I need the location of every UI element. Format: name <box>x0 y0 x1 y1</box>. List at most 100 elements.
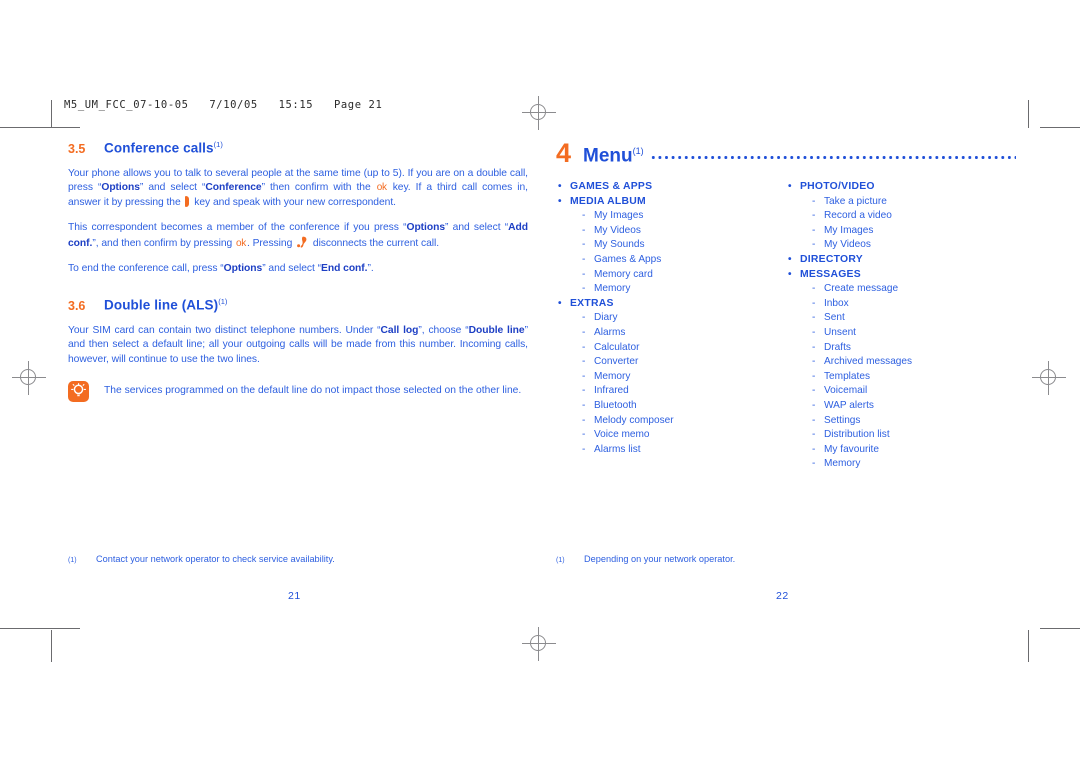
right-page: 4 Menu(1) GAMES & APPSMEDIA ALBUMMy Imag… <box>556 140 1016 472</box>
text-run: key and speak with your new corresponden… <box>191 196 396 208</box>
menu-item-sub: Alarms <box>556 326 786 341</box>
text-run: ” and select “ <box>262 263 322 275</box>
chapter-title-text: Menu <box>583 145 633 167</box>
menu-item-sub: Drafts <box>786 341 1016 356</box>
text-run: This correspondent becomes a member of t… <box>68 222 407 234</box>
registration-mark-left <box>12 361 46 395</box>
menu-item-sub: Bluetooth <box>556 399 786 414</box>
chapter-dot-leader <box>649 144 1016 164</box>
menu-item-top: MEDIA ALBUM <box>556 195 786 210</box>
menu-item-sub: Distribution list <box>786 428 1016 443</box>
paragraph-conference-1: Your phone allows you to talk to several… <box>68 167 528 211</box>
page-number-left: 21 <box>288 590 301 602</box>
footnote-ref: (1) <box>213 140 223 149</box>
menu-item-sub: Sent <box>786 311 1016 326</box>
menu-item-sub: Create message <box>786 282 1016 297</box>
footnote-ref: (1) <box>218 297 228 307</box>
page-number-right: 22 <box>776 590 789 602</box>
menu-item-top: PHOTO/VIDEO <box>786 180 1016 195</box>
crop-mark-bottom-right-horizontal <box>1040 628 1080 629</box>
menu-item-sub: Alarms list <box>556 443 786 458</box>
menu-item-sub: Memory <box>556 370 786 385</box>
menu-item-sub: Settings <box>786 414 1016 429</box>
ok-key-icon: ok <box>376 182 387 194</box>
section-title: Conference calls(1) <box>104 140 223 156</box>
crop-mark-top-right-vertical <box>1028 100 1029 128</box>
text-run: . Pressing <box>246 237 296 249</box>
menu-item-sub: Infrared <box>556 384 786 399</box>
pickup-key-icon <box>185 195 190 207</box>
menu-item-sub: Archived messages <box>786 355 1016 370</box>
menu-item-sub: Converter <box>556 355 786 370</box>
text-run: disconnects the current call. <box>310 237 440 249</box>
menu-item-sub: Voice memo <box>556 428 786 443</box>
footnote-mark: (1) <box>68 557 77 564</box>
crop-mark-top-left-vertical <box>51 100 52 128</box>
chapter-number: 4 <box>556 138 572 168</box>
menu-item-sub: Calculator <box>556 341 786 356</box>
footnote-mark: (1) <box>556 557 565 564</box>
footnote-right: (1) Depending on your network operator. <box>556 553 735 567</box>
menu-item-sub: My Videos <box>786 238 1016 253</box>
menu-item-sub: Inbox <box>786 297 1016 312</box>
crop-mark-bottom-left-horizontal <box>0 628 80 629</box>
crop-mark-bottom-left-vertical <box>51 630 52 662</box>
footnote-ref: (1) <box>632 145 644 156</box>
text-run: To end the conference call, press “ <box>68 263 224 275</box>
text-run: ”. <box>367 263 374 275</box>
menu-list-1: GAMES & APPSMEDIA ALBUMMy ImagesMy Video… <box>556 180 786 457</box>
chapter-title: Menu(1) <box>583 141 644 166</box>
menu-list-2: PHOTO/VIDEOTake a pictureRecord a video M… <box>786 180 1016 472</box>
text-run: ”, and then confirm by pressing <box>92 237 235 249</box>
section-number: 3.6 <box>68 298 86 313</box>
menu-item-top: GAMES & APPS <box>556 180 786 195</box>
menu-item-sub: My favourite <box>786 443 1016 458</box>
menu-item-sub: My Images <box>556 209 786 224</box>
text-bold: Call log <box>380 324 419 336</box>
text-run: ”, choose “ <box>418 324 469 336</box>
section-heading-3-5: 3.5 Conference calls(1) <box>68 140 528 156</box>
paragraph-conference-2: This correspondent becomes a member of t… <box>68 221 528 251</box>
registration-mark-bottom <box>522 627 556 661</box>
menu-item-sub: WAP alerts <box>786 399 1016 414</box>
menu-item-sub: Record a video <box>786 209 1016 224</box>
text-bold: Options <box>406 222 446 234</box>
menu-item-sub: Memory <box>786 457 1016 472</box>
footnote-text: Contact your network operator to check s… <box>96 554 335 564</box>
menu-item-top: EXTRAS <box>556 297 786 312</box>
footnote-left: (1) Contact your network operator to che… <box>68 553 335 567</box>
menu-item-sub: Take a picture <box>786 195 1016 210</box>
text-run: ” then confirm with the <box>261 182 376 194</box>
text-bold: Options <box>223 263 263 275</box>
registration-mark-top <box>522 96 556 130</box>
menu-item-sub: Templates <box>786 370 1016 385</box>
chapter-heading: 4 Menu(1) <box>556 140 1016 167</box>
menu-column-1: GAMES & APPSMEDIA ALBUMMy ImagesMy Video… <box>556 180 786 472</box>
section-heading-3-6: 3.6 Double line (ALS)(1) <box>68 297 528 313</box>
text-run: ” and select “ <box>445 222 509 234</box>
menu-item-sub: Diary <box>556 311 786 326</box>
section-title-text: Conference calls <box>104 140 214 156</box>
paragraph-double-line: Your SIM card can contain two distinct t… <box>68 324 528 368</box>
menu-item-sub: Memory card <box>556 268 786 283</box>
section-title-text: Double line (ALS) <box>104 297 219 313</box>
menu-item-sub: Unsent <box>786 326 1016 341</box>
footnote-text: Depending on your network operator. <box>584 554 736 564</box>
ok-key-icon: ok <box>236 237 246 249</box>
menu-item-sub: Melody composer <box>556 414 786 429</box>
section-title: Double line (ALS)(1) <box>104 297 227 313</box>
menu-item-top: DIRECTORY <box>786 253 1016 268</box>
crop-mark-bottom-right-vertical <box>1028 630 1029 662</box>
menu-item-top: MESSAGES <box>786 268 1016 283</box>
hangup-key-icon <box>297 236 308 248</box>
text-run: ” and select “ <box>139 182 206 194</box>
registration-mark-right <box>1032 361 1066 395</box>
text-bold: End conf. <box>321 263 368 275</box>
paragraph-conference-3: To end the conference call, press “Optio… <box>68 262 528 277</box>
tip-bulb-icon <box>68 381 89 403</box>
tip-note-text: The services programmed on the default l… <box>104 385 522 397</box>
print-file-header: M5_UM_FCC_07-10-05 7/10/05 15:15 Page 21 <box>64 99 383 111</box>
menu-columns: GAMES & APPSMEDIA ALBUMMy ImagesMy Video… <box>556 180 1016 472</box>
menu-item-sub: Voicemail <box>786 384 1016 399</box>
text-bold: Double line <box>468 324 525 336</box>
